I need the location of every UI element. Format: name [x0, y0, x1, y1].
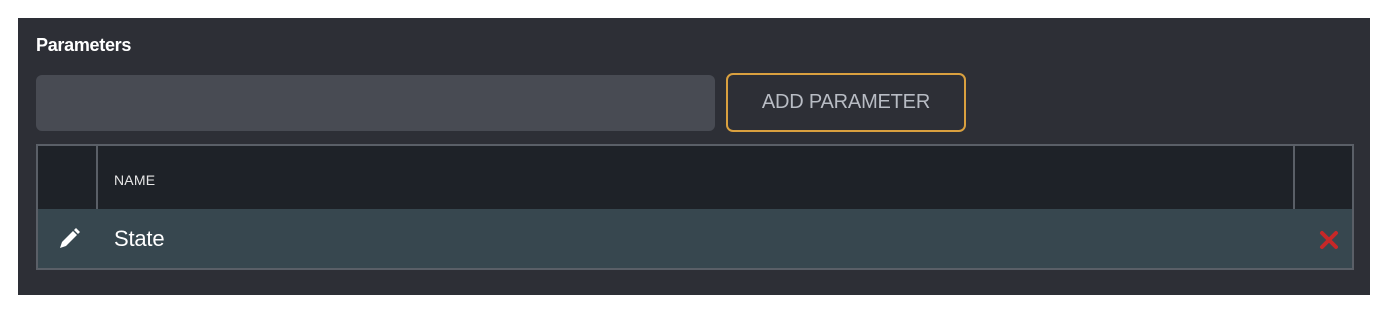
panel-title: Parameters	[36, 35, 132, 55]
pencil-icon[interactable]	[56, 226, 82, 252]
table-header: NAME	[38, 146, 1352, 209]
row-name-cell: State	[114, 226, 165, 251]
parameters-panel: Parameters ADD PARAMETER NAME State	[18, 18, 1370, 295]
parameter-name-input[interactable]	[36, 75, 715, 131]
column-divider[interactable]	[96, 146, 98, 209]
table-row[interactable]: State	[38, 209, 1352, 270]
add-parameter-button[interactable]: ADD PARAMETER	[726, 73, 966, 132]
close-icon[interactable]	[1318, 229, 1340, 251]
column-divider[interactable]	[1293, 146, 1295, 209]
parameters-table: NAME State	[36, 144, 1354, 270]
column-header-name[interactable]: NAME	[114, 172, 155, 188]
